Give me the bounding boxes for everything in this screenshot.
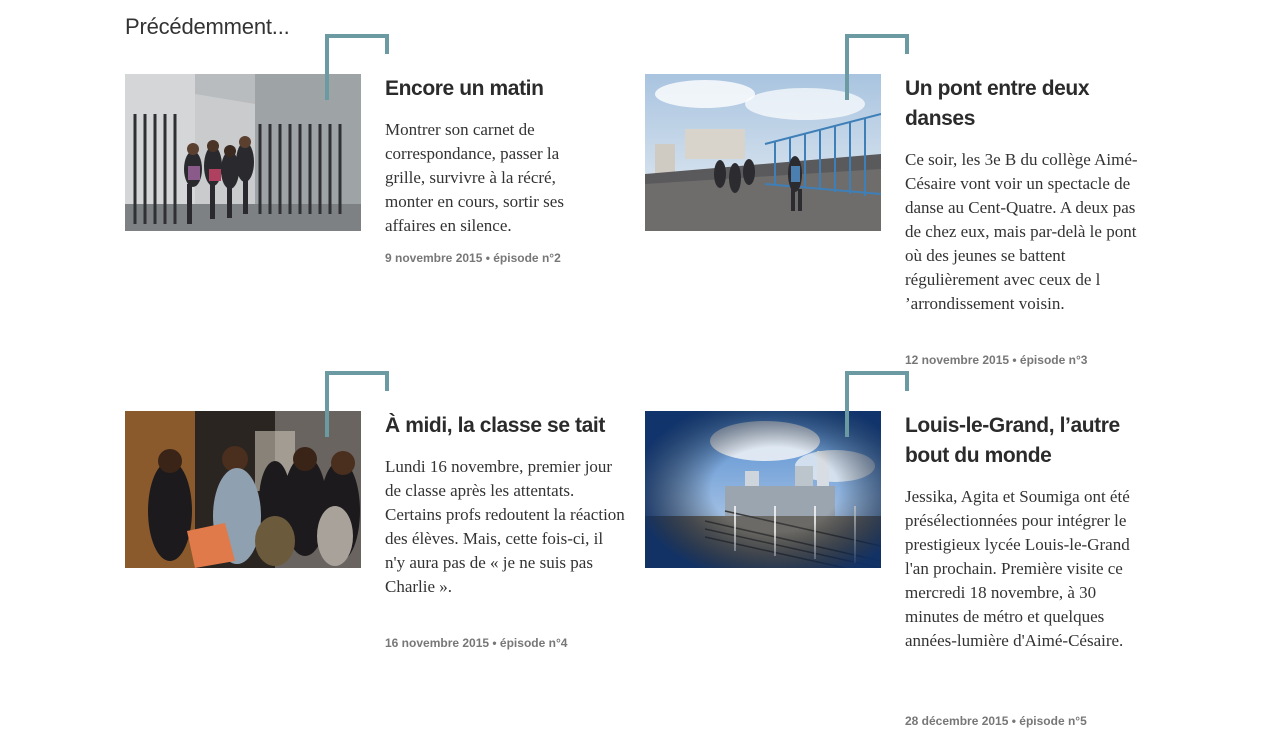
accent-bracket bbox=[845, 34, 909, 100]
accent-bracket bbox=[325, 371, 389, 437]
episode-description: Jessika, Agita et Soumiga ont été présél… bbox=[905, 487, 1130, 650]
episode-title[interactable]: Encore un matin bbox=[385, 74, 620, 104]
episode-description: Ce soir, les 3e B du collège Aimé-Césair… bbox=[905, 150, 1138, 313]
episode-meta: 12 novembre 2015 • épisode n°3 bbox=[905, 353, 1088, 367]
episode-meta: 28 décembre 2015 • épisode n°5 bbox=[905, 714, 1087, 728]
episode-title[interactable]: Louis-le-Grand, l’autre bout du monde bbox=[905, 411, 1145, 471]
episode-meta: 16 novembre 2015 • épisode n°4 bbox=[385, 636, 568, 650]
episode-title[interactable]: À midi, la classe se tait bbox=[385, 411, 625, 441]
episode-meta: 9 novembre 2015 • épisode n°2 bbox=[385, 251, 561, 265]
episode-description: Lundi 16 novembre, premier jour de class… bbox=[385, 457, 625, 596]
episode-description: Montrer son carnet de correspondance, pa… bbox=[385, 120, 564, 235]
section-title: Précédemment... bbox=[125, 14, 290, 39]
episode-title[interactable]: Un pont entre deux danses bbox=[905, 74, 1140, 134]
accent-bracket bbox=[845, 371, 909, 437]
accent-bracket bbox=[325, 34, 389, 100]
